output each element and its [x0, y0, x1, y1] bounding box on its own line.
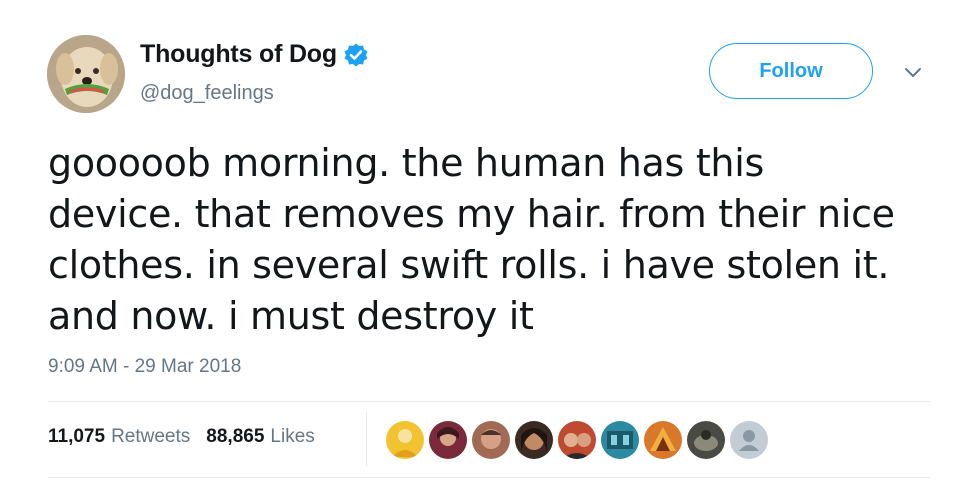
- tweet-text-line: gooooob morning. the human has this: [48, 141, 764, 185]
- tweet-text-line: device. that removes my hair. from their…: [48, 192, 895, 236]
- tweet-text-line: and now. i must destroy it: [48, 294, 534, 338]
- verified-badge-icon: [343, 42, 369, 68]
- likes-label: Likes: [270, 426, 315, 447]
- liker-avatar[interactable]: [470, 419, 512, 461]
- tweet-card: Thoughts of Dog @dog_feelings Follow goo…: [0, 0, 980, 488]
- follow-button[interactable]: Follow: [709, 43, 873, 99]
- liker-avatar[interactable]: [685, 419, 727, 461]
- divider: [48, 401, 930, 402]
- liker-avatar[interactable]: [556, 419, 598, 461]
- retweets-count: 11,075: [48, 426, 106, 447]
- liker-avatar[interactable]: [427, 419, 469, 461]
- author-name-row[interactable]: Thoughts of Dog: [140, 40, 369, 69]
- liker-avatar[interactable]: [642, 419, 684, 461]
- liker-avatar[interactable]: [513, 419, 555, 461]
- user-handle[interactable]: @dog_feelings: [140, 82, 274, 105]
- liker-avatar[interactable]: [384, 419, 426, 461]
- tweet-text-line: clothes. in several swift rolls. i have …: [48, 243, 890, 287]
- dog-avatar-image: [47, 35, 125, 113]
- default-user-icon[interactable]: [728, 419, 770, 461]
- tweet-timestamp[interactable]: 9:09 AM - 29 Mar 2018: [48, 356, 241, 378]
- liker-avatar[interactable]: [599, 419, 641, 461]
- retweets-label: Retweets: [111, 426, 191, 447]
- likes-count: 88,865: [206, 426, 265, 447]
- divider: [48, 477, 930, 478]
- display-name[interactable]: Thoughts of Dog: [140, 40, 337, 69]
- stats-separator: [366, 412, 367, 466]
- tweet-text: gooooob morning. the human has this devi…: [48, 138, 938, 342]
- tweet-stats: 11,075 Retweets 88,865 Likes: [48, 426, 331, 448]
- retweets-stat[interactable]: 11,075 Retweets: [48, 426, 190, 448]
- chevron-down-icon[interactable]: [903, 66, 923, 80]
- likes-stat[interactable]: 88,865 Likes: [206, 426, 314, 448]
- avatar[interactable]: [47, 35, 125, 113]
